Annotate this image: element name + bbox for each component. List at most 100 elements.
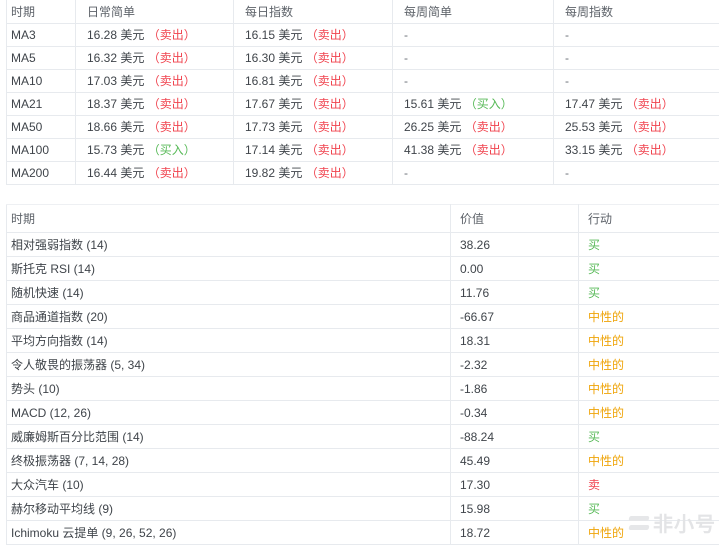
ma-value-cell: 26.25 美元 （卖出）: [393, 115, 554, 138]
ma-signal: （买入）: [465, 97, 513, 111]
ma-price: 16.28 美元: [87, 28, 148, 42]
ma-price: 17.67 美元: [245, 97, 306, 111]
ma-value-cell: 16.81 美元 （卖出）: [234, 69, 393, 92]
ma-signal: （卖出）: [465, 143, 513, 157]
indicator-value: -2.32: [451, 353, 579, 377]
ma-value-cell: 15.73 美元 （买入）: [76, 138, 234, 161]
ma-value-cell: -: [393, 69, 554, 92]
ma-price: 41.38 美元: [404, 143, 465, 157]
ma-price: 17.73 美元: [245, 120, 306, 134]
ma-row: MA10015.73 美元 （买入）17.14 美元 （卖出）41.38 美元 …: [7, 138, 719, 161]
ma-signal: （卖出）: [306, 74, 354, 88]
indicator-name: 威廉姆斯百分比范围 (14): [7, 425, 451, 449]
ma-signal: （卖出）: [148, 28, 196, 42]
ma-value-cell: 33.15 美元 （卖出）: [554, 138, 719, 161]
indicator-action: 买: [579, 233, 719, 257]
ma-column-header: 每周指数: [554, 0, 719, 23]
ma-price: 16.15 美元: [245, 28, 306, 42]
indicator-name: 大众汽车 (10): [7, 473, 451, 497]
indicator-action: 卖: [579, 473, 719, 497]
indicator-value: 45.49: [451, 449, 579, 473]
ma-value-cell: 16.15 美元 （卖出）: [234, 23, 393, 46]
indicator-row: 威廉姆斯百分比范围 (14)-88.24买: [7, 425, 719, 449]
ma-price: 16.32 美元: [87, 51, 148, 65]
ma-period-label: MA21: [7, 92, 76, 115]
indicator-row: 随机快速 (14)11.76买: [7, 281, 719, 305]
moving-averages-table: 时期日常简单每日指数每周简单每周指数 MA316.28 美元 （卖出）16.15…: [6, 0, 719, 185]
moving-averages-header: 时期日常简单每日指数每周简单每周指数: [7, 0, 719, 23]
ma-period-label: MA50: [7, 115, 76, 138]
ma-value-cell: 18.37 美元 （卖出）: [76, 92, 234, 115]
ma-value-cell: -: [393, 23, 554, 46]
ma-value-cell: 18.66 美元 （卖出）: [76, 115, 234, 138]
ma-period-label: MA200: [7, 161, 76, 184]
ma-signal: （卖出）: [626, 120, 674, 134]
ma-signal: （卖出）: [306, 28, 354, 42]
ma-signal: （卖出）: [626, 97, 674, 111]
indicator-name: Ichimoku 云提单 (9, 26, 52, 26): [7, 521, 451, 545]
ma-column-header: 每日指数: [234, 0, 393, 23]
indicator-action: 买: [579, 281, 719, 305]
ma-value-cell: -: [554, 46, 719, 69]
ma-value-cell: 16.30 美元 （卖出）: [234, 46, 393, 69]
ma-value-cell: 19.82 美元 （卖出）: [234, 161, 393, 184]
indicator-row: 终极振荡器 (7, 14, 28)45.49中性的: [7, 449, 719, 473]
indicator-name: 相对强弱指数 (14): [7, 233, 451, 257]
indicators-body: 相对强弱指数 (14)38.26买斯托克 RSI (14)0.00买随机快速 (…: [7, 233, 719, 545]
indicators-header-row: 时期价值行动: [7, 205, 719, 233]
ma-header-row: 时期日常简单每日指数每周简单每周指数: [7, 0, 719, 23]
ma-row: MA20016.44 美元 （卖出）19.82 美元 （卖出）--: [7, 161, 719, 184]
ma-signal: （卖出）: [148, 120, 196, 134]
ma-value-cell: -: [554, 23, 719, 46]
ma-signal: （卖出）: [148, 74, 196, 88]
indicator-value: 38.26: [451, 233, 579, 257]
ma-value-cell: 16.28 美元 （卖出）: [76, 23, 234, 46]
indicator-row: MACD (12, 26)-0.34中性的: [7, 401, 719, 425]
ma-signal: （买入）: [148, 143, 196, 157]
indicator-action: 中性的: [579, 449, 719, 473]
ma-price: 26.25 美元: [404, 120, 465, 134]
indicator-row: Ichimoku 云提单 (9, 26, 52, 26)18.72中性的: [7, 521, 719, 545]
indicator-action: 中性的: [579, 329, 719, 353]
indicator-action: 中性的: [579, 353, 719, 377]
indicator-name: 斯托克 RSI (14): [7, 257, 451, 281]
indicator-value: 11.76: [451, 281, 579, 305]
ma-value-cell: -: [393, 46, 554, 69]
indicator-row: 斯托克 RSI (14)0.00买: [7, 257, 719, 281]
ma-period-label: MA100: [7, 138, 76, 161]
indicator-row: 大众汽车 (10)17.30卖: [7, 473, 719, 497]
indicator-row: 平均方向指数 (14)18.31中性的: [7, 329, 719, 353]
ma-signal: （卖出）: [148, 51, 196, 65]
indicator-value: 18.72: [451, 521, 579, 545]
indicator-row: 势头 (10)-1.86中性的: [7, 377, 719, 401]
ma-signal: （卖出）: [306, 97, 354, 111]
ma-price: 25.53 美元: [565, 120, 626, 134]
ma-price: 15.73 美元: [87, 143, 148, 157]
ma-row: MA2118.37 美元 （卖出）17.67 美元 （卖出）15.61 美元 （…: [7, 92, 719, 115]
indicator-name: 商品通道指数 (20): [7, 305, 451, 329]
ma-signal: （卖出）: [626, 143, 674, 157]
indicator-action: 买: [579, 257, 719, 281]
ma-price: 18.66 美元: [87, 120, 148, 134]
ma-price: 17.03 美元: [87, 74, 148, 88]
ma-value-cell: 16.32 美元 （卖出）: [76, 46, 234, 69]
ma-value-cell: 17.03 美元 （卖出）: [76, 69, 234, 92]
indicator-value: -1.86: [451, 377, 579, 401]
ma-value-cell: 41.38 美元 （卖出）: [393, 138, 554, 161]
indicator-name: 终极振荡器 (7, 14, 28): [7, 449, 451, 473]
technical-analysis-page: 时期日常简单每日指数每周简单每周指数 MA316.28 美元 （卖出）16.15…: [0, 0, 719, 544]
indicator-value: -66.67: [451, 305, 579, 329]
ma-price: 17.14 美元: [245, 143, 306, 157]
indicator-column-header: 价值: [451, 205, 579, 233]
ma-signal: （卖出）: [306, 143, 354, 157]
ma-column-header: 日常简单: [76, 0, 234, 23]
ma-period-label: MA3: [7, 23, 76, 46]
ma-signal: （卖出）: [148, 166, 196, 180]
ma-value-cell: 17.47 美元 （卖出）: [554, 92, 719, 115]
ma-value-cell: 17.14 美元 （卖出）: [234, 138, 393, 161]
ma-signal: （卖出）: [148, 97, 196, 111]
indicator-name: MACD (12, 26): [7, 401, 451, 425]
indicator-name: 赫尔移动平均线 (9): [7, 497, 451, 521]
indicator-name: 平均方向指数 (14): [7, 329, 451, 353]
ma-row: MA1017.03 美元 （卖出）16.81 美元 （卖出）--: [7, 69, 719, 92]
